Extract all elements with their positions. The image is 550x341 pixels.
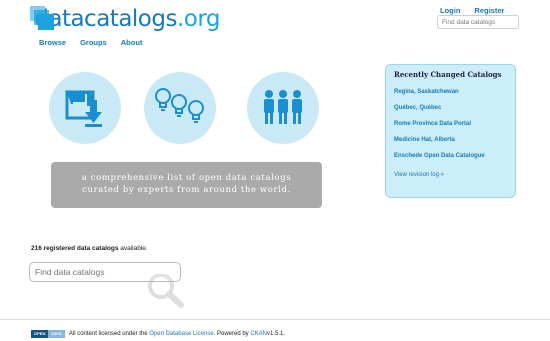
ckan-link[interactable]: CKAN — [250, 331, 267, 337]
login-link[interactable]: Login — [440, 6, 460, 15]
license-link[interactable]: Open Database License — [149, 331, 213, 337]
revision-log-link[interactable]: View revision log » — [394, 172, 507, 178]
nav-browse[interactable]: Browse — [39, 38, 66, 47]
save-download-icon — [65, 90, 102, 127]
catalog-count: 216 registered data catalogs available. — [31, 245, 148, 252]
save-download-circle — [49, 72, 121, 144]
logo-stack-icon — [30, 6, 54, 32]
footer: OPEN DATA All content licensed under the … — [0, 319, 550, 341]
tagline-banner: a comprehensive list of open data catalo… — [51, 162, 322, 208]
main-search-area — [29, 262, 199, 312]
footer-text-suffix: v1.5.1. — [267, 330, 286, 337]
lightbulbs-circle — [144, 72, 216, 144]
open-data-badge[interactable]: OPEN DATA — [31, 329, 65, 338]
catalog-count-number: 216 registered data catalogs — [31, 245, 119, 252]
catalog-link-medicine-hat[interactable]: Medicine Hat, Alberta — [394, 136, 507, 152]
recently-changed-box: Recently Changed Catalogs Regina, Saskat… — [385, 64, 516, 198]
main-search-input[interactable] — [29, 262, 181, 282]
tagline-line-2: curated by experts from around the world… — [82, 185, 291, 195]
lightbulbs-icon — [155, 88, 204, 123]
nav-about[interactable]: About — [121, 38, 143, 47]
catalog-count-suffix: available. — [118, 245, 148, 252]
tagline-line-1: a comprehensive list of open data catalo… — [81, 173, 292, 183]
logo-text: datacatalogs.org — [34, 5, 220, 32]
main-nav: Browse Groups About — [39, 38, 156, 47]
register-link[interactable]: Register — [474, 6, 504, 15]
footer-text-mid: . Powered by — [213, 330, 249, 337]
people-circle — [247, 72, 319, 144]
sidebar-title: Recently Changed Catalogs — [394, 70, 502, 79]
catalog-link-quebec[interactable]: Québec, Québec — [394, 104, 507, 120]
nav-groups[interactable]: Groups — [80, 38, 107, 47]
catalog-link-rome[interactable]: Rome Province Data Portal — [394, 120, 507, 136]
header-search-input[interactable] — [437, 15, 519, 29]
account-links: Login Register — [440, 6, 518, 15]
site-logo[interactable]: datacatalogs.org — [30, 4, 221, 34]
catalog-link-regina[interactable]: Regina, Saskatchewan — [394, 88, 507, 104]
catalog-link-enschede[interactable]: Enschede Open Data Catalogue — [394, 152, 507, 168]
people-icon — [264, 90, 302, 124]
footer-text-prefix: All content licensed under the — [68, 330, 148, 337]
